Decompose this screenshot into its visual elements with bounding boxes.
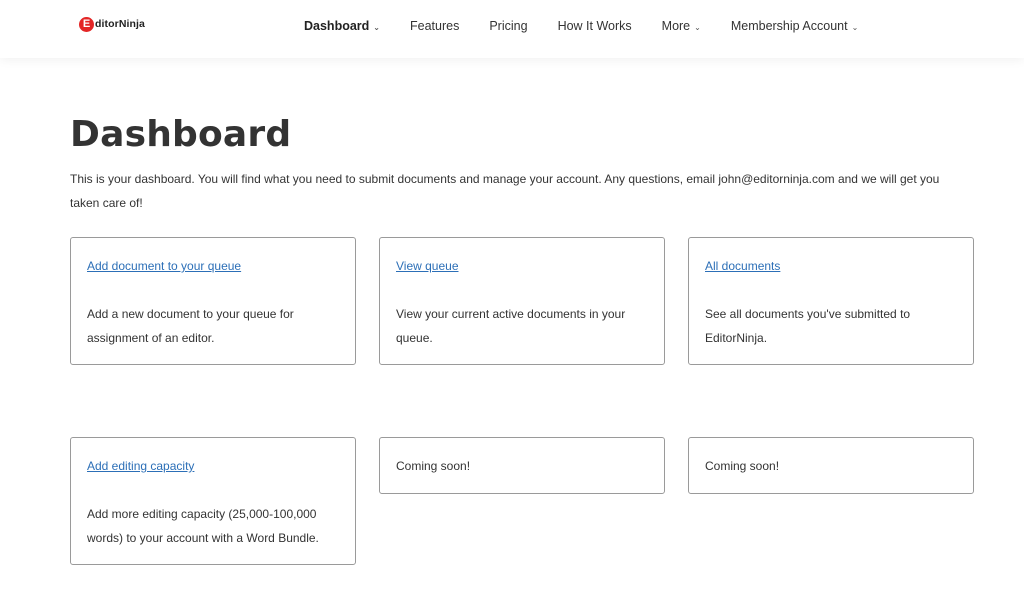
nav-membership-account[interactable]: Membership Account ⌄ <box>731 19 858 33</box>
chevron-down-icon: ⌄ <box>694 22 701 32</box>
card-description: Add a new document to your queue for ass… <box>87 307 294 345</box>
nav-pricing-label: Pricing <box>489 19 528 33</box>
card-description: See all documents you've submitted to Ed… <box>705 307 911 345</box>
logo-mark-icon: E <box>79 16 94 32</box>
logo-text: ditorNinja <box>95 18 145 30</box>
coming-soon-text: Coming soon! <box>705 459 780 473</box>
nav-how-it-works-label: How It Works <box>557 19 632 33</box>
nav-pricing[interactable]: Pricing <box>489 19 527 33</box>
card-all-documents: All documents See all documents you've s… <box>688 237 974 365</box>
coming-soon-text: Coming soon! <box>396 459 471 473</box>
card-add-editing-capacity: Add editing capacity Add more editing ca… <box>70 437 356 565</box>
nav-dashboard[interactable]: Dashboard ⌄ <box>304 19 380 33</box>
view-queue-link[interactable]: View queue <box>396 259 459 273</box>
card-coming-soon: Coming soon! <box>379 437 665 494</box>
nav-features-label: Features <box>410 19 460 33</box>
add-document-link[interactable]: Add document to your queue <box>87 259 241 273</box>
card-view-queue: View queue View your current active docu… <box>379 237 665 365</box>
card-coming-soon: Coming soon! <box>688 437 974 494</box>
nav-more-label: More <box>661 19 691 33</box>
editorninja-logo[interactable]: E ditorNinja <box>79 15 145 33</box>
card-description: View your current active documents in yo… <box>396 307 626 345</box>
nav-dashboard-label: Dashboard <box>304 19 370 33</box>
add-editing-capacity-link[interactable]: Add editing capacity <box>87 459 194 473</box>
all-documents-link[interactable]: All documents <box>705 259 780 273</box>
nav-features[interactable]: Features <box>410 19 459 33</box>
site-header: E ditorNinja Dashboard ⌄ Features Pricin… <box>0 0 1024 58</box>
chevron-down-icon: ⌄ <box>373 22 380 32</box>
nav-how-it-works[interactable]: How It Works <box>558 19 632 33</box>
page-intro: This is your dashboard. You will find wh… <box>70 172 940 210</box>
card-description: Add more editing capacity (25,000-100,00… <box>87 507 319 545</box>
nav-more[interactable]: More ⌄ <box>662 19 701 33</box>
card-add-document: Add document to your queue Add a new doc… <box>70 237 356 365</box>
nav-membership-account-label: Membership Account <box>730 19 848 33</box>
main-nav: Dashboard ⌄ Features Pricing How It Work… <box>304 18 858 34</box>
page-title: Dashboard <box>70 114 292 155</box>
chevron-down-icon: ⌄ <box>851 22 859 32</box>
